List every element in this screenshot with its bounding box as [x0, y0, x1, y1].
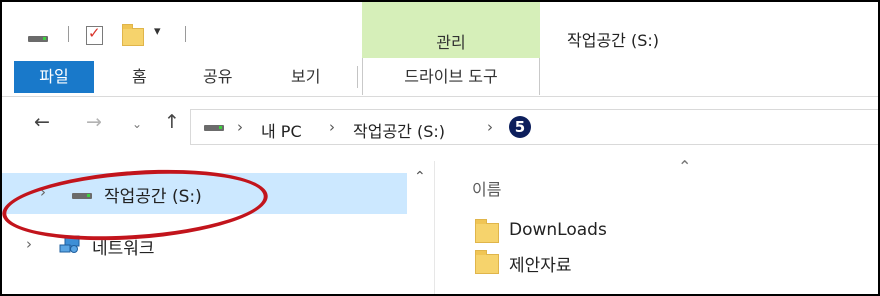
contextual-group-manage: 관리 — [362, 2, 540, 58]
folder-icon — [475, 219, 499, 243]
ribbon-tabs: 파일 홈 공유 보기 드라이브 도구 — [2, 58, 878, 97]
breadcrumb-chevron-icon[interactable]: › — [487, 118, 493, 136]
separator — [68, 26, 69, 42]
contextual-group-label: 관리 — [436, 33, 466, 52]
column-header-name[interactable]: 이름 — [472, 176, 501, 200]
window-title: 작업공간 (S:) — [567, 31, 659, 50]
properties-icon[interactable] — [86, 24, 103, 45]
scroll-up-icon[interactable]: ⌃ — [414, 169, 426, 185]
step-marker-badge: 5 — [509, 116, 531, 138]
drive-icon[interactable] — [28, 36, 48, 42]
file-name: DownLoads — [509, 220, 607, 240]
file-name: 제안자료 — [509, 256, 572, 276]
tab-home[interactable]: 홈 — [132, 61, 147, 93]
navigation-pane: › 작업공간 (S:) › 네트워크 — [2, 161, 410, 294]
up-icon[interactable]: ↑ — [164, 111, 180, 133]
separator — [185, 26, 186, 42]
back-icon[interactable]: ← — [34, 111, 50, 133]
tab-file[interactable]: 파일 — [14, 61, 94, 93]
breadcrumb-chevron-icon[interactable]: › — [329, 118, 335, 136]
address-row: ← → ⌄ ↑ › 내 PC › 작업공간 (S:) › 5 — [2, 97, 878, 161]
new-folder-icon[interactable] — [122, 24, 144, 46]
address-bar[interactable]: › 내 PC › 작업공간 (S:) › 5 — [190, 109, 878, 145]
title-bar: ▾ 관리 작업공간 (S:) — [2, 2, 878, 58]
separator — [357, 66, 358, 88]
breadcrumb-drive[interactable]: 작업공간 (S:) — [353, 118, 445, 142]
drive-icon — [204, 125, 224, 131]
breadcrumb-chevron-icon[interactable]: › — [237, 118, 243, 136]
tab-view[interactable]: 보기 — [291, 61, 320, 93]
forward-icon[interactable]: → — [86, 111, 102, 133]
file-list: ⌃ 이름 DownLoads 제안자료 — [435, 157, 878, 294]
tab-share[interactable]: 공유 — [203, 61, 232, 93]
tab-drive-tools[interactable]: 드라이브 도구 — [362, 58, 540, 95]
explorer-window: ▾ 관리 작업공간 (S:) 파일 홈 공유 보기 드라이브 도구 ← → ⌄ … — [2, 2, 878, 294]
folder-icon — [475, 250, 499, 274]
expand-chevron-icon[interactable]: › — [26, 235, 32, 253]
breadcrumb-my-pc[interactable]: 내 PC — [261, 118, 302, 142]
sort-ascending-icon: ⌃ — [678, 157, 692, 176]
customize-qat-icon[interactable]: ▾ — [154, 24, 161, 39]
recent-locations-icon[interactable]: ⌄ — [132, 117, 142, 131]
